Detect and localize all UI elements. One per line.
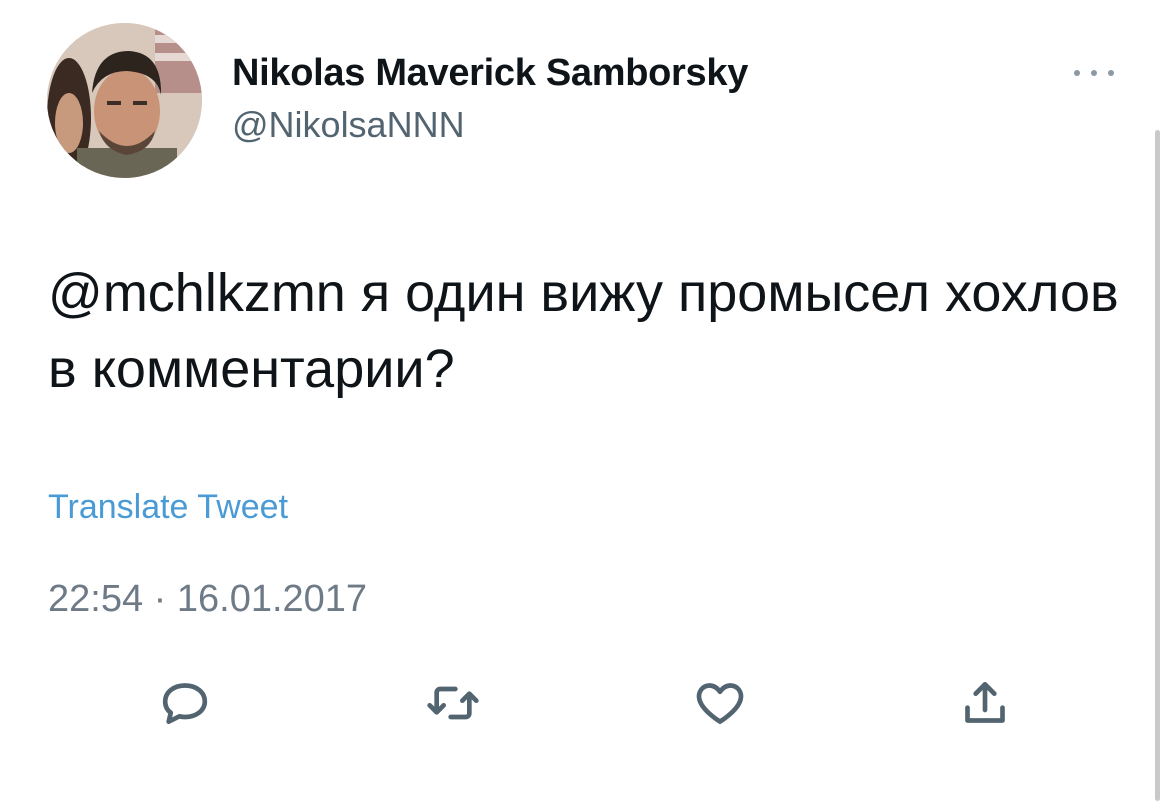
tweet-card: Nikolas Maverick Samborsky @NikolsaNNN @…: [0, 0, 1169, 801]
avatar[interactable]: [47, 23, 202, 178]
share-button[interactable]: [955, 668, 1015, 738]
avatar-image: [47, 23, 202, 178]
reply-icon: [162, 683, 208, 724]
retweet-icon: [427, 686, 479, 720]
reply-button[interactable]: [155, 668, 215, 738]
tweet-timestamp[interactable]: 22:54 · 16.01.2017: [48, 578, 367, 621]
tweet-actions: [0, 668, 1169, 738]
display-name[interactable]: Nikolas Maverick Samborsky: [232, 52, 748, 95]
user-handle[interactable]: @NikolsaNNN: [232, 104, 465, 146]
tweet-text: @mchlkzmn я один вижу промысел хохлов в …: [48, 263, 1119, 399]
retweet-button[interactable]: [423, 668, 483, 738]
more-icon[interactable]: [1068, 60, 1120, 86]
more-dot: [1074, 70, 1080, 76]
heart-icon: [696, 683, 744, 724]
more-dot: [1091, 70, 1097, 76]
like-button[interactable]: [690, 668, 750, 738]
translate-tweet-link[interactable]: Translate Tweet: [48, 488, 288, 527]
more-dot: [1108, 70, 1114, 76]
share-icon: [965, 682, 1005, 723]
